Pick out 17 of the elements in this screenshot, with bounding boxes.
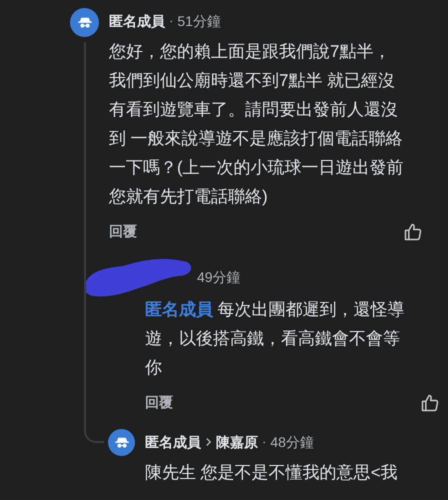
- separator-dot: ·: [262, 433, 266, 452]
- comment-text: 匿名成員 每次出團都遲到，還怪導 遊，以後搭高鐵，看高鐵會不會等 你: [145, 299, 406, 379]
- like-icon[interactable]: [403, 222, 423, 242]
- timestamp: 48分鐘: [270, 432, 314, 452]
- reply-button[interactable]: 回覆: [145, 392, 173, 413]
- comment-text: 陳先生 您是不是不懂我的意思<我: [145, 462, 399, 484]
- recipient-name[interactable]: 陳嘉原: [216, 432, 258, 452]
- like-icon[interactable]: [420, 392, 440, 412]
- avatar-icon: [108, 429, 135, 456]
- avatar-icon: [70, 8, 99, 37]
- reply-button[interactable]: 回覆: [109, 221, 137, 242]
- author-name[interactable]: 匿名成員: [109, 10, 165, 32]
- comment-text: 您好，您的賴上面是跟我們說7點半， 我們到仙公廟時還不到7點半 就已經沒 有看到遊覽車了。請問要出發前人還沒 到 一般來說導遊不是應該打個電話聯絡 一下嗎？(上一次的小琉球一日遊出發前 您就有先打電話聯絡): [109, 41, 405, 208]
- timestamp: 51分鐘: [177, 12, 221, 30]
- separator-dot: ·: [169, 12, 174, 30]
- timestamp: 49分鐘: [197, 268, 241, 286]
- author-name[interactable]: 匿名成員: [145, 432, 201, 452]
